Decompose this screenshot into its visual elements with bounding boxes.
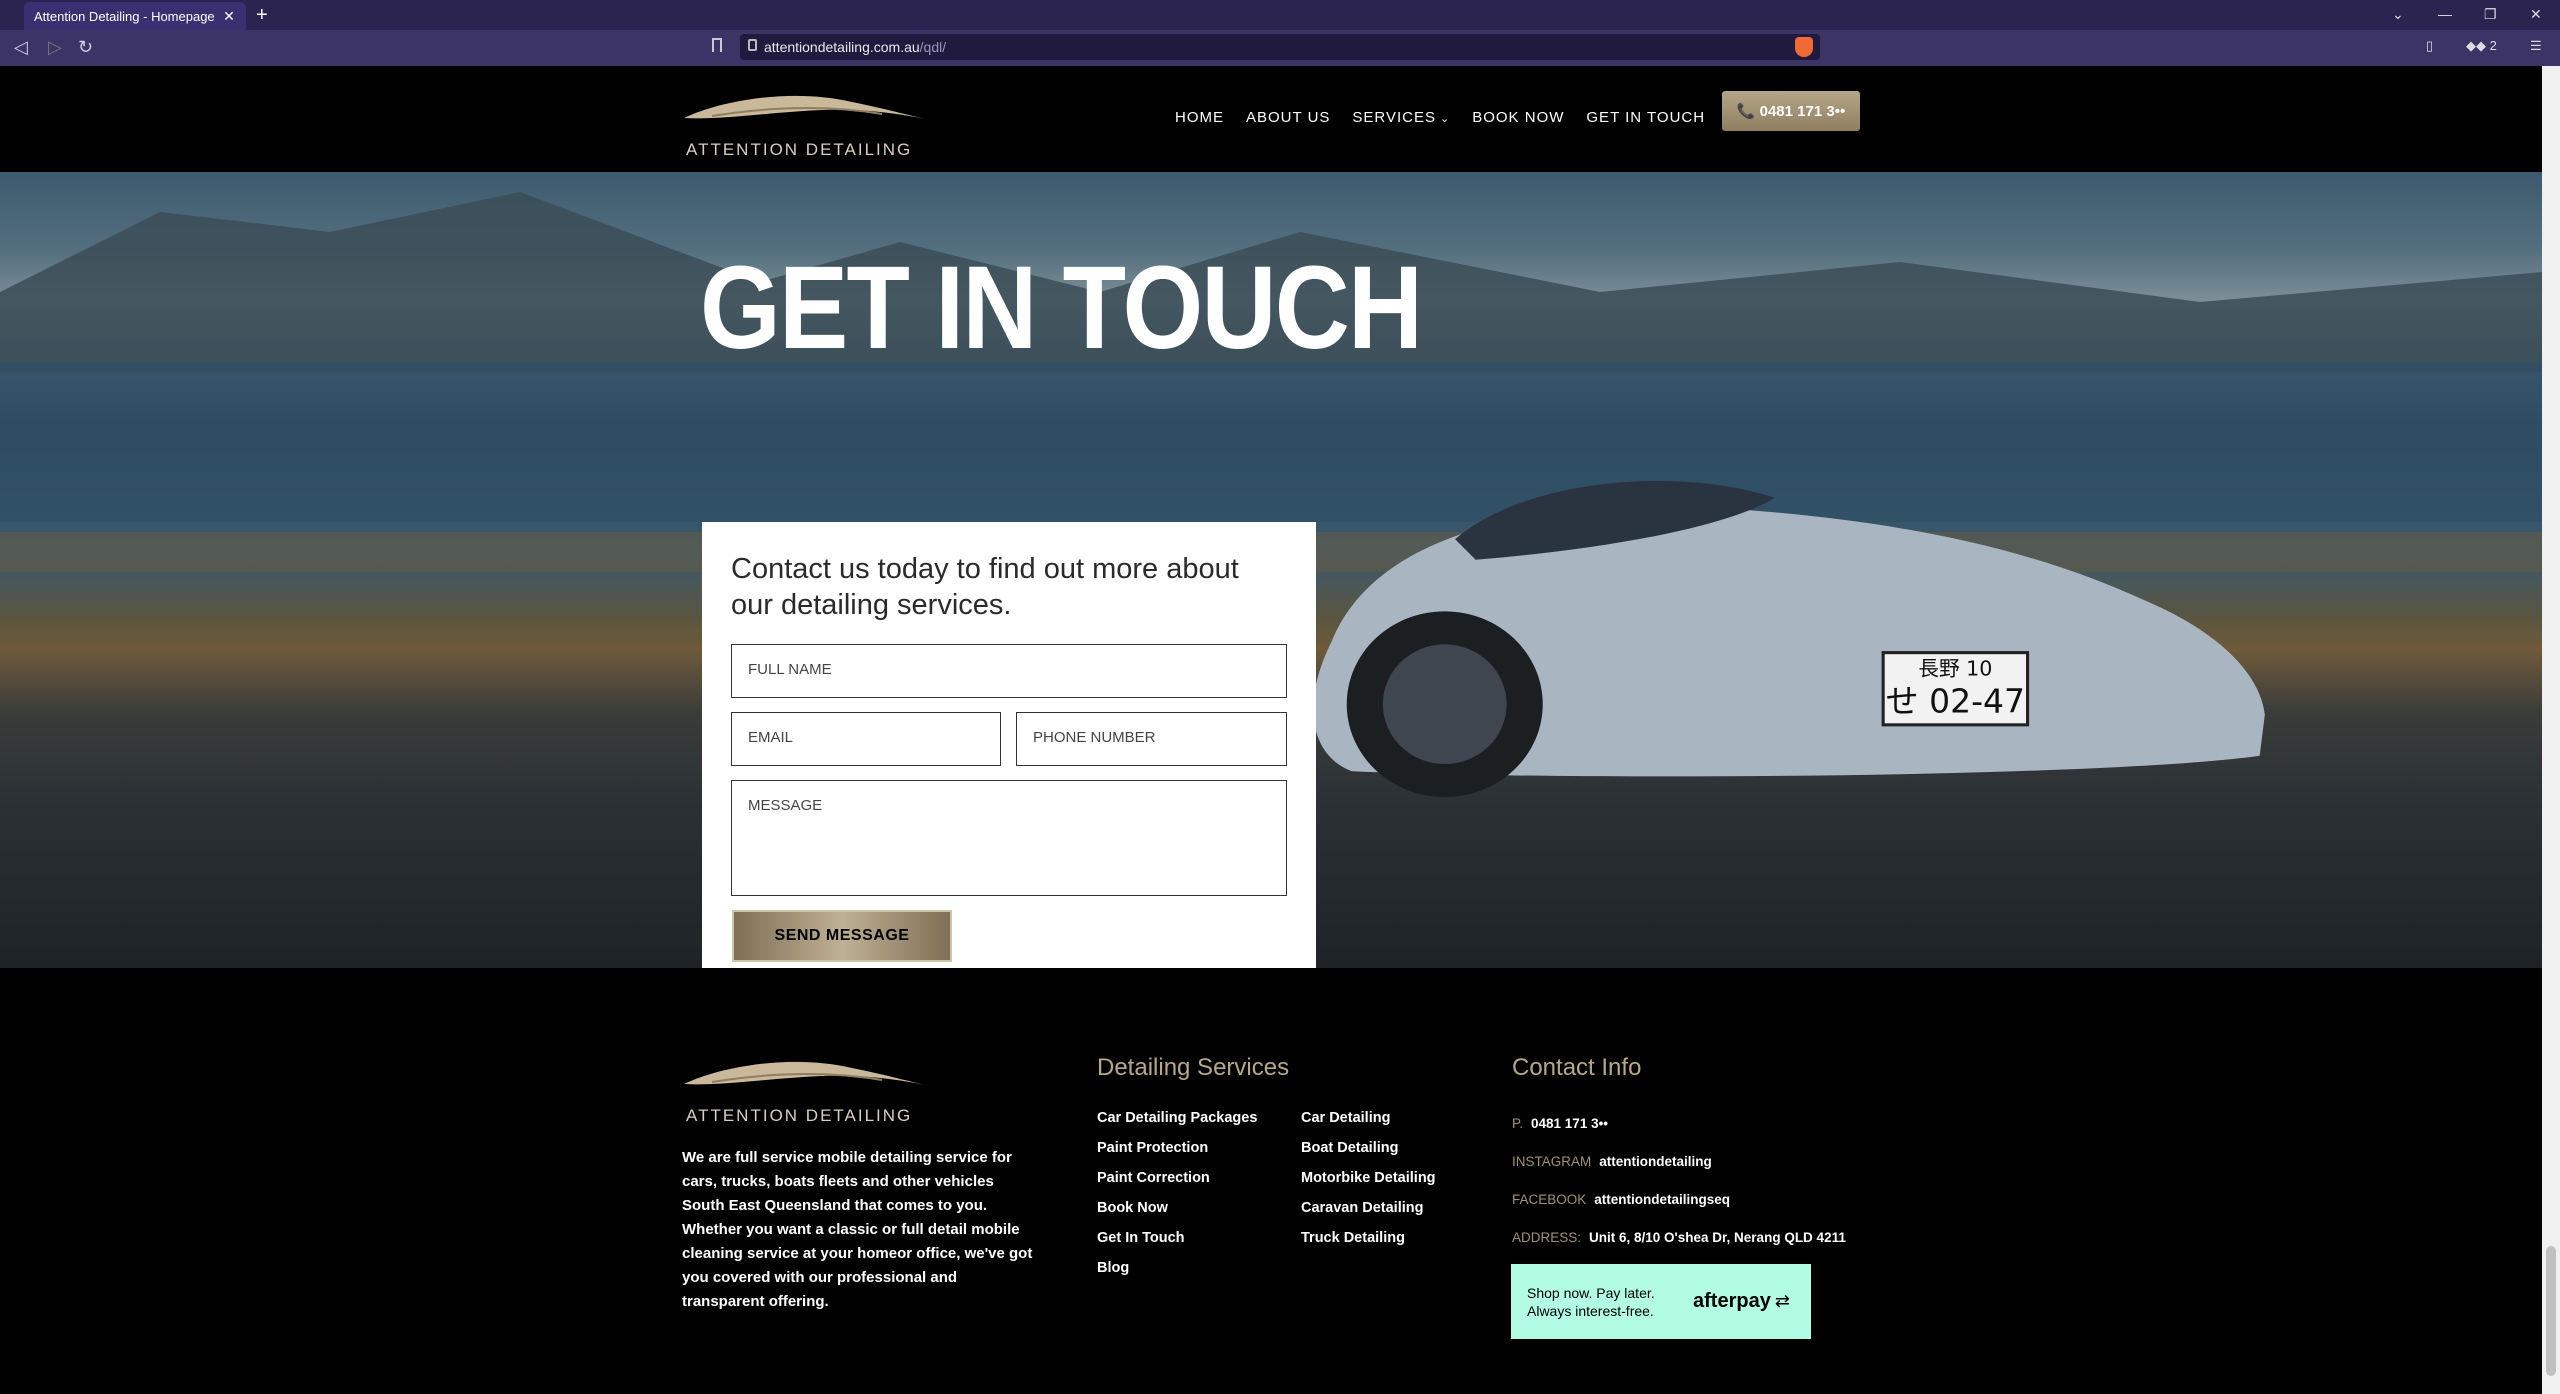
plate-top-text: 長野 10 <box>1918 656 1992 680</box>
link-book-now[interactable]: Book Now <box>1097 1200 1168 1216</box>
sidebar-toggle-icon[interactable]: ▯ <box>2426 38 2433 54</box>
site-header: ATTENTION DETAILING HOME ABOUT US SERVIC… <box>0 66 2542 172</box>
contact-instagram[interactable]: INSTAGRAM attentiondetailing <box>1512 1154 1712 1169</box>
plate-bottom-text: せ 02-47 <box>1886 681 2025 720</box>
contact-facebook[interactable]: FACEBOOK attentiondetailingseq <box>1512 1192 1730 1207</box>
nav-about-us[interactable]: ABOUT US <box>1246 109 1330 126</box>
browser-tab-bar: Attention Detailing - Homepage ✕ + ⌄ — ❐… <box>0 0 2560 30</box>
facebook-value: attentiondetailingseq <box>1594 1192 1731 1207</box>
hero-section: 長野 10 せ 02-47 GET IN TOUCH Contact us to… <box>0 172 2542 968</box>
contact-phone[interactable]: P. 0481 171 3•• <box>1512 1116 1608 1131</box>
hero-headline: GET IN TOUCH <box>700 242 1423 374</box>
url-path: /qdl/ <box>919 39 947 55</box>
send-message-button[interactable]: SEND MESSAGE <box>732 910 952 962</box>
link-motorbike-detailing[interactable]: Motorbike Detailing <box>1301 1170 1436 1186</box>
forward-icon[interactable]: ▷ <box>48 37 62 58</box>
site-logo[interactable]: ATTENTION DETAILING <box>682 90 932 160</box>
link-blog[interactable]: Blog <box>1097 1260 1129 1276</box>
facebook-label: FACEBOOK <box>1512 1192 1587 1207</box>
link-paint-protection[interactable]: Paint Protection <box>1097 1140 1208 1156</box>
nav-services-label: SERVICES <box>1352 109 1436 126</box>
footer-logo[interactable]: ATTENTION DETAILING <box>682 1056 932 1126</box>
close-tab-icon[interactable]: ✕ <box>222 8 236 25</box>
contact-address: ADDRESS: Unit 6, 8/10 O'shea Dr, Nerang Q… <box>1512 1230 1846 1245</box>
instagram-value: attentiondetailing <box>1599 1154 1712 1169</box>
minimize-icon[interactable]: — <box>2438 6 2452 22</box>
link-truck-detailing[interactable]: Truck Detailing <box>1301 1230 1405 1246</box>
menu-icon[interactable]: ☰ <box>2530 38 2542 54</box>
message-field[interactable]: MESSAGE <box>731 780 1287 896</box>
nav-services[interactable]: SERVICES ⌄ <box>1352 109 1450 126</box>
afterpay-arrows-icon: ⇄ <box>1774 1291 1790 1311</box>
lock-icon <box>748 39 757 51</box>
close-window-icon[interactable]: ✕ <box>2530 6 2542 23</box>
chevron-down-icon: ⌄ <box>1440 113 1451 125</box>
phone-call-button[interactable]: 📞 0481 171 3•• <box>1722 91 1860 131</box>
phone-value: 0481 171 3•• <box>1531 1116 1609 1131</box>
brave-shield-icon[interactable] <box>1795 37 1813 57</box>
footer-logo-text: ATTENTION DETAILING <box>686 1106 913 1125</box>
restore-icon[interactable]: ❐ <box>2484 6 2497 23</box>
sports-car-image: 長野 10 せ 02-47 <box>1313 480 2265 798</box>
page-scrollbar[interactable] <box>2542 66 2560 1394</box>
site-footer: ATTENTION DETAILING We are full service … <box>0 968 2542 1388</box>
phone-field[interactable]: PHONE NUMBER <box>1016 712 1287 766</box>
afterpay-brand: afterpay <box>1693 1290 1771 1312</box>
back-icon[interactable]: ◁ <box>14 37 28 58</box>
address-value: Unit 6, 8/10 O'shea Dr, Nerang QLD 4211 <box>1589 1230 1846 1245</box>
logo-text: ATTENTION DETAILING <box>686 140 913 159</box>
full-name-field[interactable]: FULL NAME <box>731 644 1287 698</box>
tab-list-chevron-icon[interactable]: ⌄ <box>2392 6 2404 23</box>
new-tab-icon[interactable]: + <box>256 4 268 27</box>
instagram-label: INSTAGRAM <box>1512 1154 1592 1169</box>
footer-about-text: We are full service mobile detailing ser… <box>682 1149 1033 1310</box>
scrollbar-thumb[interactable] <box>2546 1246 2556 1376</box>
link-car-detailing-packages[interactable]: Car Detailing Packages <box>1097 1110 1257 1126</box>
main-nav: HOME ABOUT US SERVICES ⌄ BOOK NOW GET IN … <box>1175 109 1727 126</box>
url-domain: attentiondetailing.com.au <box>764 39 920 55</box>
car-swoosh-icon <box>684 1061 930 1086</box>
bookmark-icon[interactable] <box>712 38 722 52</box>
browser-tab-active[interactable]: Attention Detailing - Homepage ✕ <box>24 2 246 30</box>
link-boat-detailing[interactable]: Boat Detailing <box>1301 1140 1398 1156</box>
nav-home[interactable]: HOME <box>1175 109 1224 126</box>
contact-heading: Contact Info <box>1512 1054 1642 1081</box>
form-intro: Contact us today to find out more about … <box>731 553 1239 621</box>
link-paint-correction[interactable]: Paint Correction <box>1097 1170 1210 1186</box>
wallet-extension-icon[interactable]: ◆◆ 2 <box>2466 38 2497 54</box>
contact-form: Contact us today to find out more about … <box>702 522 1316 968</box>
nav-book-now[interactable]: BOOK NOW <box>1472 109 1564 126</box>
afterpay-banner[interactable]: Shop now. Pay later. Always interest-fre… <box>1511 1264 1811 1339</box>
tab-title: Attention Detailing - Homepage <box>34 8 215 24</box>
nav-get-in-touch[interactable]: GET IN TOUCH <box>1586 109 1705 126</box>
link-caravan-detailing[interactable]: Caravan Detailing <box>1301 1200 1424 1216</box>
reload-icon[interactable]: ↻ <box>78 37 93 58</box>
link-get-in-touch[interactable]: Get In Touch <box>1097 1230 1185 1246</box>
url-bar[interactable]: attentiondetailing.com.au/qdl/ <box>740 34 1820 60</box>
extension-count: 2 <box>2489 38 2497 53</box>
phone-label: P. <box>1512 1116 1524 1131</box>
services-heading: Detailing Services <box>1097 1054 1290 1081</box>
car-swoosh-icon <box>684 95 930 120</box>
afterpay-text: Shop now. Pay later. Always interest-fre… <box>1527 1284 1655 1319</box>
link-car-detailing[interactable]: Car Detailing <box>1301 1110 1390 1126</box>
address-label: ADDRESS: <box>1512 1230 1582 1245</box>
email-field[interactable]: EMAIL <box>731 712 1001 766</box>
